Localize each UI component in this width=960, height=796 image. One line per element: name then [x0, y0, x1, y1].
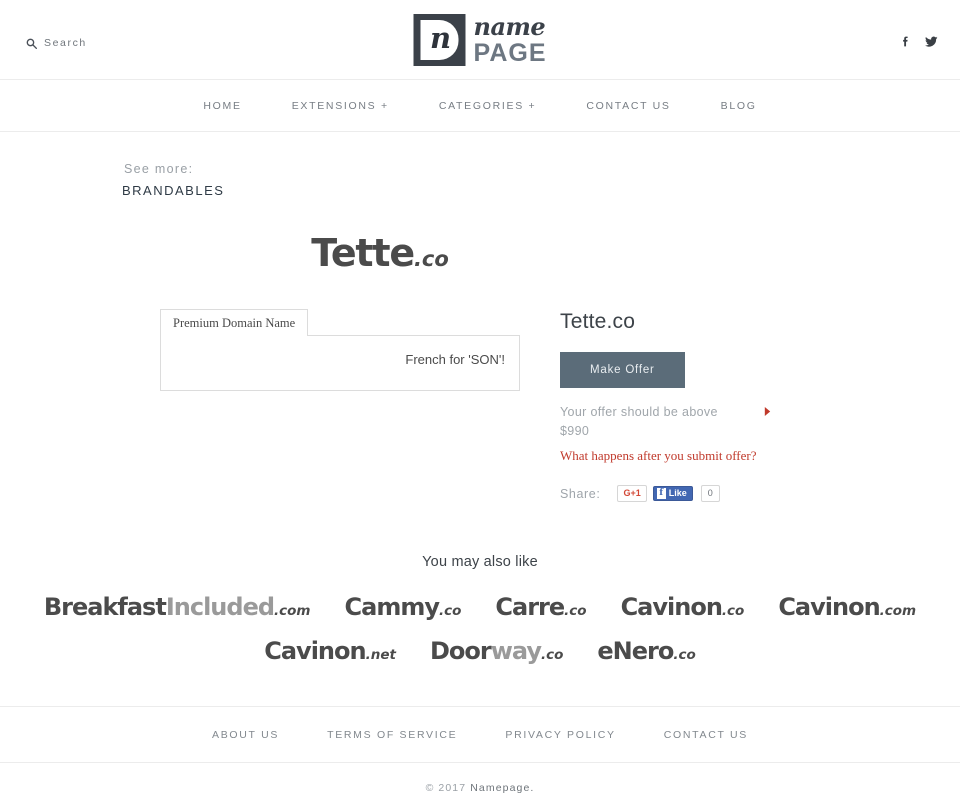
domain-name-part-a: Door: [429, 637, 492, 666]
domain-name-part-a: Cammy: [344, 593, 440, 622]
arrow-right-icon: [764, 407, 771, 416]
top-header-bar: Search n name PAGE: [0, 0, 960, 80]
page-title: Tette.co: [560, 310, 636, 333]
domain-logo-base: Tette: [311, 231, 415, 275]
offer-info-link[interactable]: What happens after you submit offer?: [560, 448, 960, 464]
make-offer-button[interactable]: Make Offer: [560, 352, 685, 388]
footer-link-terms-of-service[interactable]: TERMS OF SERVICE: [303, 729, 481, 741]
related-domains-row: BreakfastIncluded.com Cammy.co Carre.co …: [0, 592, 960, 622]
offer-hint-text: Your offer should be above: [560, 405, 718, 419]
related-domains-section: You may also like BreakfastIncluded.com …: [0, 554, 960, 666]
copyright: © 2017 Namepage.: [0, 763, 960, 794]
domain-name-part-a: Cavinon: [620, 593, 723, 622]
related-domains-row: Cavinon.net Doorway.co eNero.co: [0, 636, 960, 666]
domain-name-part-a: Carre: [495, 593, 565, 622]
search-icon: [26, 38, 37, 49]
related-domain-item[interactable]: Cavinon.co: [621, 592, 745, 622]
offer-hint-row: Your offer should be above: [560, 403, 772, 422]
domain-tld: .com: [274, 603, 311, 620]
related-domain-item[interactable]: Carre.co: [495, 592, 586, 622]
domain-tld: .co: [564, 603, 587, 620]
copyright-prefix: © 2017: [425, 782, 471, 795]
domain-name-part-a: eNero: [597, 637, 674, 666]
related-domain-item[interactable]: eNero.co: [597, 636, 695, 666]
offer-panel: Tette.co Make Offer Your offer should be…: [560, 308, 960, 503]
search-label: Search: [44, 37, 87, 49]
related-domains-title: You may also like: [422, 554, 538, 571]
domain-name-part-a: Cavinon: [778, 593, 880, 622]
nav-item-home[interactable]: HOME: [178, 100, 266, 112]
copyright-brand: Namepage.: [470, 782, 535, 795]
logo-mark-letter: n: [429, 21, 452, 55]
domain-name-part-b: way: [490, 637, 542, 666]
tab-panel-content: French for 'SON'!: [160, 335, 520, 391]
breadcrumb: See more: BRANDABLES: [0, 132, 960, 198]
main-navigation: HOME EXTENSIONS + CATEGORIES + CONTACT U…: [0, 80, 960, 132]
tab-strip: Premium Domain Name: [160, 308, 520, 336]
footer-link-contact-us[interactable]: CONTACT US: [640, 729, 772, 741]
domain-tld: .co: [721, 603, 745, 620]
offer-minimum-amount: $990: [560, 424, 590, 439]
related-domains-grid: BreakfastIncluded.com Cammy.co Carre.co …: [0, 592, 960, 666]
domain-logo-art: Tette.co: [0, 231, 960, 275]
facebook-f-icon: f: [656, 488, 666, 500]
domain-name-part-a: Breakfast: [43, 593, 167, 622]
domain-name-part-a: Cavinon: [264, 637, 366, 666]
logo-word-page: PAGE: [473, 38, 547, 67]
breadcrumb-category-link[interactable]: BRANDABLES: [122, 183, 960, 198]
site-logo[interactable]: n name PAGE: [413, 11, 547, 67]
domain-tld: .com: [879, 603, 917, 620]
domain-name-part-b: Included: [165, 593, 275, 622]
footer-link-privacy-policy[interactable]: PRIVACY POLICY: [481, 729, 639, 741]
search-button[interactable]: Search: [26, 37, 87, 49]
nav-item-extensions[interactable]: EXTENSIONS +: [267, 100, 414, 112]
share-label: Share:: [560, 486, 601, 501]
nav-item-blog[interactable]: BLOG: [696, 100, 782, 112]
footer-navigation: ABOUT US TERMS OF SERVICE PRIVACY POLICY…: [0, 707, 960, 764]
facebook-like-label: Like: [668, 488, 687, 499]
description-tab-panel: Premium Domain Name French for 'SON'!: [160, 308, 520, 502]
see-more-label: See more:: [124, 162, 194, 176]
related-domain-item[interactable]: Doorway.co: [430, 636, 563, 666]
nav-item-contact-us[interactable]: CONTACT US: [561, 100, 695, 112]
share-row: Share: G+1 f Like 0: [560, 485, 960, 503]
footer-link-about-us[interactable]: ABOUT US: [188, 729, 303, 741]
related-domain-item[interactable]: Cavinon.com: [778, 592, 916, 622]
facebook-like-button[interactable]: f Like: [652, 486, 693, 502]
logo-mark-icon: n: [413, 14, 466, 66]
domain-logo-tld: .co: [413, 247, 449, 271]
google-plus-one-button[interactable]: G+1: [617, 485, 647, 503]
related-domain-item[interactable]: BreakfastIncluded.com: [44, 592, 311, 622]
domain-tld: .co: [540, 647, 564, 664]
domain-tld: .co: [438, 603, 462, 620]
twitter-icon[interactable]: [925, 35, 938, 48]
domain-detail-section: Premium Domain Name French for 'SON'! Te…: [0, 308, 960, 503]
facebook-icon[interactable]: [899, 35, 912, 48]
social-links: [899, 35, 938, 48]
related-domain-item[interactable]: Cavinon.net: [264, 636, 396, 666]
logo-word-name: name: [473, 11, 546, 41]
tab-premium-domain-name[interactable]: Premium Domain Name: [160, 309, 309, 336]
nav-item-categories[interactable]: CATEGORIES +: [414, 100, 562, 112]
domain-tld: .net: [365, 647, 396, 664]
facebook-like-count: 0: [700, 485, 720, 503]
share-buttons: G+1 f Like 0: [617, 485, 720, 503]
domain-tld: .co: [673, 647, 696, 664]
related-domain-item[interactable]: Cammy.co: [345, 592, 462, 622]
